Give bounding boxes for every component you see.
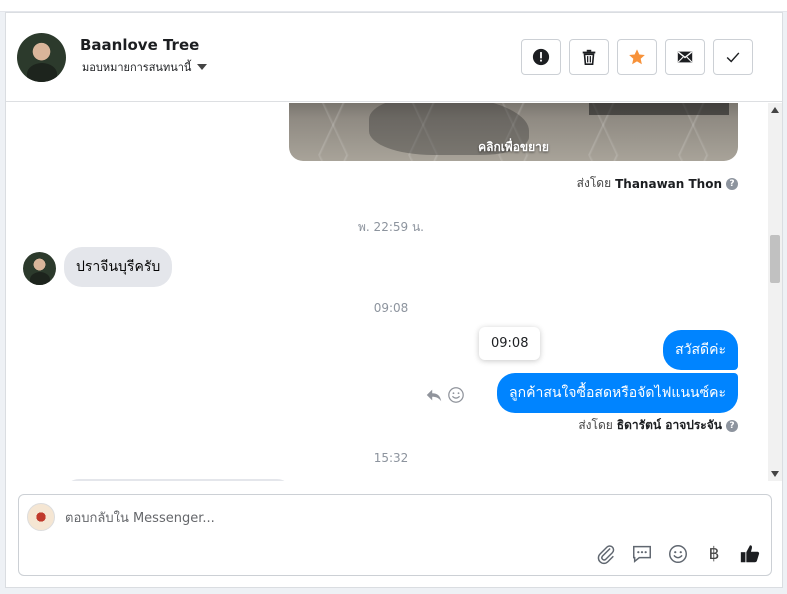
info-icon[interactable]: ? xyxy=(726,177,738,190)
caret-down-icon xyxy=(197,64,208,70)
reply-icon[interactable] xyxy=(425,386,443,404)
trash-icon xyxy=(582,49,596,66)
incoming-message-partial[interactable] xyxy=(64,479,292,481)
scroll-up-arrow-icon[interactable] xyxy=(771,107,779,113)
check-icon xyxy=(726,52,740,63)
time-tooltip: 09:08 xyxy=(479,327,541,360)
outgoing-message[interactable]: สวัสดีค่ะ xyxy=(663,330,738,370)
delete-button[interactable] xyxy=(569,39,609,75)
mark-unread-button[interactable] xyxy=(665,39,705,75)
outgoing-message[interactable]: ลูกค้าสนใจซื้อสดหรือจัดไฟแนนซ์คะ xyxy=(497,373,738,413)
assign-conversation-dropdown[interactable]: มอบหมายการสนทนานี้ xyxy=(82,58,208,76)
composer-tools: ฿ xyxy=(595,543,761,565)
payment-baht-icon[interactable]: ฿ xyxy=(703,544,725,564)
timestamp: 09:08 xyxy=(373,301,409,315)
spam-button[interactable] xyxy=(521,39,561,75)
contact-avatar[interactable] xyxy=(17,33,66,82)
conversation-header: Baanlove Tree มอบหมายการสนทนานี้ xyxy=(6,13,782,102)
timestamp: 15:32 xyxy=(373,451,409,465)
scroll-thumb[interactable] xyxy=(770,235,780,283)
done-button[interactable] xyxy=(713,39,753,75)
page-name[interactable]: Baanlove Tree xyxy=(80,36,199,54)
envelope-icon xyxy=(677,51,693,63)
sender-name: Thanawan Thon xyxy=(615,176,722,191)
timestamp: พ. 22:59 น. xyxy=(358,220,424,234)
star-button[interactable] xyxy=(617,39,657,75)
star-icon xyxy=(629,49,645,65)
thumbs-up-icon[interactable] xyxy=(739,543,761,565)
header-actions xyxy=(521,39,753,75)
scroll-down-arrow-icon[interactable] xyxy=(771,471,779,477)
sender-name: ธิดารัตน์ อาจประจัน xyxy=(616,418,722,432)
emoji-react-icon[interactable] xyxy=(447,386,465,404)
emoji-icon[interactable] xyxy=(667,543,689,565)
message-thread: คลิกเพื่อขยาย ส่งโดย Thanawan Thon ? พ. … xyxy=(6,103,768,481)
sent-by-label: ส่งโดย Thanawan Thon ? xyxy=(577,174,738,193)
image-caption: คลิกเพื่อขยาย xyxy=(478,140,549,154)
contact-avatar-small[interactable] xyxy=(23,252,56,285)
sent-by-label: ส่งโดย ธิดารัตน์ อาจประจัน ? xyxy=(578,416,738,435)
top-strip xyxy=(0,0,787,12)
message-tools xyxy=(425,386,465,404)
assign-label: มอบหมายการสนทนานี้ xyxy=(82,61,192,74)
saved-replies-icon[interactable] xyxy=(631,543,653,565)
alert-icon xyxy=(532,48,550,66)
reply-input[interactable] xyxy=(65,509,665,527)
conversation-panel: Baanlove Tree มอบหมายการสนทนานี้ คลิกเพื… xyxy=(5,12,783,588)
image-attachment[interactable]: คลิกเพื่อขยาย xyxy=(289,103,738,161)
attach-icon[interactable] xyxy=(595,543,617,565)
reply-composer: ฿ xyxy=(18,494,772,576)
incoming-message[interactable]: ปราจีนบุรีครับ xyxy=(64,247,173,287)
info-icon[interactable]: ? xyxy=(726,419,738,432)
thread-scrollbar[interactable] xyxy=(768,103,782,481)
page-avatar xyxy=(27,503,55,531)
